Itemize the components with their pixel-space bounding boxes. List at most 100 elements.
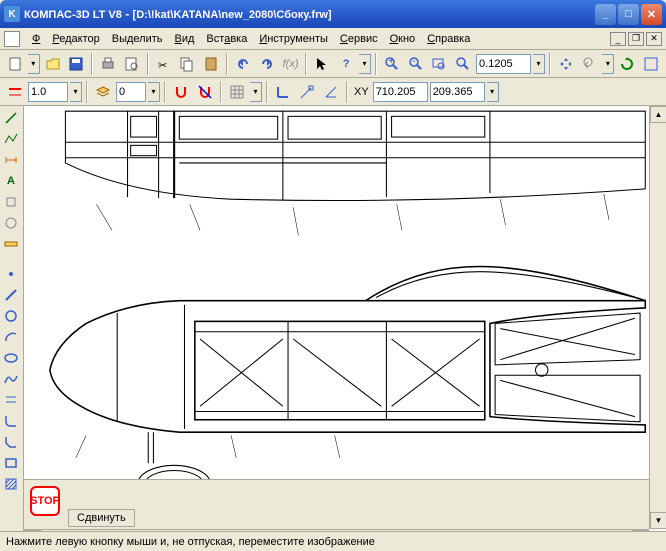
print-button[interactable] <box>97 53 119 75</box>
linestyle-button[interactable] <box>4 81 26 103</box>
canvas[interactable]: ✈RC-Aviation.ru STOP Сдвинуть ◄ ► ▲ ▼ <box>24 106 666 546</box>
ellipse-tool[interactable] <box>0 348 22 368</box>
paste-button[interactable] <box>200 53 222 75</box>
vertical-scrollbar[interactable]: ▲ ▼ <box>649 106 666 529</box>
zoom-in-button[interactable]: + <box>381 53 403 75</box>
refresh-icon <box>619 56 635 72</box>
app-icon: K <box>4 6 20 22</box>
spline-tool[interactable] <box>0 369 22 389</box>
text-icon: A <box>7 175 15 187</box>
text-tool[interactable]: A <box>0 171 22 191</box>
redo-button[interactable] <box>256 53 278 75</box>
maximize-button[interactable]: □ <box>618 4 639 25</box>
new-file-icon <box>7 56 23 72</box>
property-panel: STOP Сдвинуть <box>24 479 649 529</box>
zoom-scale-button[interactable] <box>452 53 474 75</box>
new-button[interactable] <box>4 53 26 75</box>
menubar: Ф Редактор Выделить Вид Вставка Инструме… <box>0 28 666 50</box>
param-tool[interactable] <box>0 213 22 233</box>
help-dropdown[interactable]: ▾ <box>359 54 371 74</box>
linewidth-input[interactable] <box>28 82 68 102</box>
chamfer-tool[interactable] <box>0 432 22 452</box>
redraw-button[interactable] <box>616 53 638 75</box>
layers-icon <box>95 84 111 100</box>
polyline-tool[interactable] <box>0 129 22 149</box>
zoom-fit-button[interactable] <box>640 53 662 75</box>
menu-window[interactable]: Окно <box>384 31 422 47</box>
coord-x-input[interactable] <box>373 82 428 102</box>
menu-select[interactable]: Выделить <box>106 31 169 47</box>
minimize-button[interactable]: _ <box>595 4 616 25</box>
dimension-tool[interactable] <box>0 150 22 170</box>
point-tool[interactable] <box>0 264 22 284</box>
zoom-out-button[interactable]: - <box>405 53 427 75</box>
menu-view[interactable]: Вид <box>169 31 201 47</box>
toolbar-main: ▾ ✂ f(x) ? ▾ + - ▾ ▾ <box>0 50 666 78</box>
snap-off-button[interactable] <box>194 81 216 103</box>
zoom-dropdown[interactable]: ▾ <box>533 54 545 74</box>
close-button[interactable]: ✕ <box>641 4 662 25</box>
open-button[interactable] <box>42 53 64 75</box>
ortho-icon <box>275 84 291 100</box>
edit-tool[interactable] <box>0 192 22 212</box>
cut-button[interactable]: ✂ <box>153 53 175 75</box>
layer-input[interactable] <box>116 82 146 102</box>
copy-button[interactable] <box>177 53 199 75</box>
coord-y-input[interactable] <box>430 82 485 102</box>
offset-tool[interactable] <box>0 390 22 410</box>
fillet-tool[interactable] <box>0 411 22 431</box>
spline-icon <box>3 371 19 387</box>
rect-tool[interactable] <box>0 453 22 473</box>
circle-icon <box>3 308 19 324</box>
mdi-minimize-button[interactable]: _ <box>610 32 626 46</box>
ortho-button[interactable] <box>272 81 294 103</box>
arc-tool[interactable] <box>0 327 22 347</box>
scroll-down-button[interactable]: ▼ <box>650 512 666 529</box>
linewidth-dropdown[interactable]: ▾ <box>70 82 82 102</box>
measure-tool[interactable] <box>0 234 22 254</box>
menu-editor[interactable]: Редактор <box>46 31 105 47</box>
menu-service[interactable]: Сервис <box>334 31 384 47</box>
cursor-button[interactable] <box>311 53 333 75</box>
floppy-icon <box>68 56 84 72</box>
menu-insert[interactable]: Вставка <box>200 31 253 47</box>
clipboard-icon <box>203 56 219 72</box>
zoom-prev-button[interactable] <box>579 53 601 75</box>
help-cursor-button[interactable]: ? <box>335 53 357 75</box>
preview-icon <box>124 56 140 72</box>
help-icon: ? <box>343 58 350 70</box>
coord-dropdown[interactable]: ▾ <box>487 82 499 102</box>
undo-button[interactable] <box>232 53 254 75</box>
zoom-value-input[interactable] <box>476 54 531 74</box>
stop-button[interactable]: STOP <box>30 486 60 516</box>
grid-dropdown[interactable]: ▾ <box>250 82 262 102</box>
linestyle-icon <box>7 84 23 100</box>
coord-mode-button[interactable] <box>320 81 342 103</box>
preview-button[interactable] <box>121 53 143 75</box>
property-tab[interactable]: Сдвинуть <box>68 509 135 527</box>
fx-button[interactable]: f(x) <box>280 53 302 75</box>
pan-icon <box>558 56 574 72</box>
geometry-tool[interactable] <box>0 108 22 128</box>
xy-label: XY <box>352 86 371 98</box>
save-button[interactable] <box>65 53 87 75</box>
new-dropdown[interactable]: ▾ <box>28 54 40 74</box>
svg-text:-: - <box>412 56 416 67</box>
menu-help[interactable]: Справка <box>421 31 476 47</box>
menu-tools[interactable]: Инструменты <box>253 31 334 47</box>
menu-file[interactable]: Ф <box>26 31 46 47</box>
layer-button[interactable] <box>92 81 114 103</box>
zoom-prev-dropdown[interactable]: ▾ <box>602 54 614 74</box>
line-tool[interactable] <box>0 285 22 305</box>
hatch-tool[interactable] <box>0 474 22 494</box>
snap-toggle-button[interactable] <box>170 81 192 103</box>
zoom-window-button[interactable] <box>428 53 450 75</box>
pan-button[interactable] <box>555 53 577 75</box>
mdi-close-button[interactable]: ✕ <box>646 32 662 46</box>
scroll-up-button[interactable]: ▲ <box>650 106 666 123</box>
circle-tool[interactable] <box>0 306 22 326</box>
snap-end-button[interactable] <box>296 81 318 103</box>
mdi-restore-button[interactable]: ❐ <box>628 32 644 46</box>
layer-dropdown[interactable]: ▾ <box>148 82 160 102</box>
grid-button[interactable] <box>226 81 248 103</box>
